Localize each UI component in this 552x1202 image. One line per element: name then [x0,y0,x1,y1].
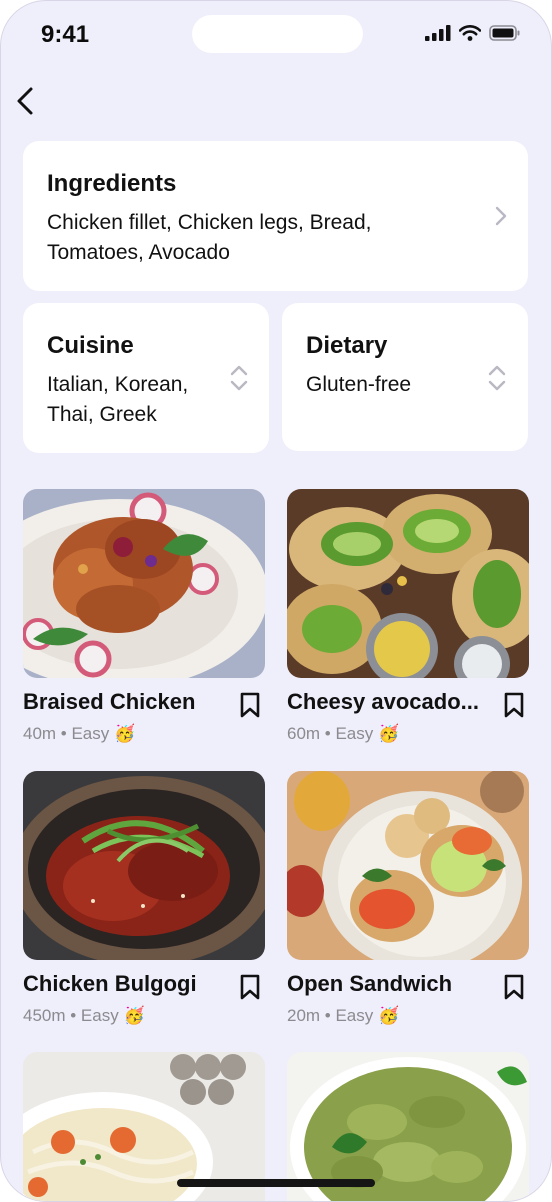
signal-icon [425,25,451,41]
ingredients-card[interactable]: Ingredients Chicken fillet, Chicken legs… [23,141,528,291]
recipe-name: Chicken Bulgogi [23,971,197,996]
recipe-photo-open-sandwich [287,771,529,960]
dietary-value: Gluten-free [306,373,412,396]
ingredients-title: Ingredients [47,170,177,197]
system-icons [425,25,521,41]
bookmark-icon[interactable] [503,691,525,719]
cuisine-value-line2: Thai, Greek [47,403,157,426]
recipe-meta: 20m • Easy 🥳 [287,1006,400,1025]
recipe-name: Braised Chicken [23,689,196,714]
status-time: 9:41 [41,21,90,48]
status-bar: 9:41 [1,1,551,71]
chevron-up-down-icon [488,365,506,391]
bookmark-icon[interactable] [239,691,261,719]
dietary-card[interactable]: Dietary Gluten-free [282,303,528,451]
cuisine-title: Cuisine [47,332,134,359]
dietary-title: Dietary [306,332,388,359]
recipe-photo-cheesy-avocado [287,489,529,678]
recipe-photo-chicken-bulgogi [23,771,265,960]
chevron-right-icon [495,206,507,226]
cuisine-card[interactable]: Cuisine Italian, Korean, Thai, Greek [23,303,269,453]
recipe-meta: 60m • Easy 🥳 [287,724,400,743]
back-arrow-icon[interactable] [13,83,41,119]
bookmark-icon[interactable] [239,973,261,1001]
recipe-meta: 40m • Easy 🥳 [23,724,136,743]
recipe-name: Open Sandwich [287,971,453,996]
wifi-icon [459,25,481,41]
chevron-up-down-icon [230,365,248,391]
home-indicator[interactable] [177,1179,375,1187]
recipe-photo-braised-chicken [23,489,265,678]
ingredients-value-line2: Tomatoes, Avocado [47,241,230,264]
phone-screen: 9:41 Ingredients Chicken fillet, Chicken… [0,0,552,1202]
recipe-name: Cheesy avocado... [287,689,479,714]
dynamic-island [192,15,363,53]
battery-icon [489,25,520,41]
recipe-meta: 450m • Easy 🥳 [23,1006,145,1025]
cuisine-value-line1: Italian, Korean, [47,373,189,396]
bookmark-icon[interactable] [503,973,525,1001]
ingredients-value-line1: Chicken fillet, Chicken legs, Bread, [47,211,372,234]
